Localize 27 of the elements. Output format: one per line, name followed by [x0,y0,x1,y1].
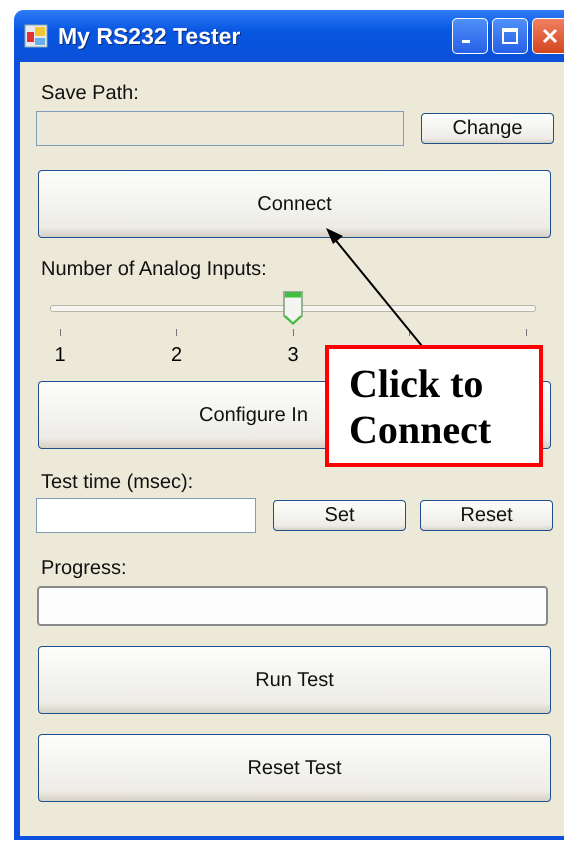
save-path-label: Save Path: [41,82,139,105]
tick-label: 2 [170,344,182,367]
tick-label: 3 [287,344,299,367]
tick-mark [409,329,410,336]
window-title: My RS232 Tester [58,22,242,50]
slider-thumb[interactable] [282,290,304,326]
run-test-button[interactable]: Run Test [38,646,551,714]
connect-button[interactable]: Connect [38,170,551,238]
progress-label: Progress: [41,557,127,580]
minimize-button[interactable] [452,18,488,54]
reset-test-button[interactable]: Reset Test [38,734,551,802]
maximize-button[interactable] [492,18,528,54]
test-time-field[interactable] [36,498,256,533]
maximize-icon [500,26,520,46]
minimize-icon [462,40,470,42]
tick-mark [176,329,177,336]
close-icon [540,26,560,46]
reset-button[interactable]: Reset [420,500,553,531]
analog-inputs-label: Number of Analog Inputs: [41,258,267,281]
set-button[interactable]: Set [273,500,406,531]
analog-inputs-slider[interactable] [50,289,536,327]
change-button[interactable]: Change [421,113,554,144]
tick-mark [292,329,294,336]
app-icon [24,24,48,48]
test-time-label: Test time (msec): [41,471,194,494]
tick-label: 1 [54,344,66,367]
close-button[interactable] [532,18,564,54]
